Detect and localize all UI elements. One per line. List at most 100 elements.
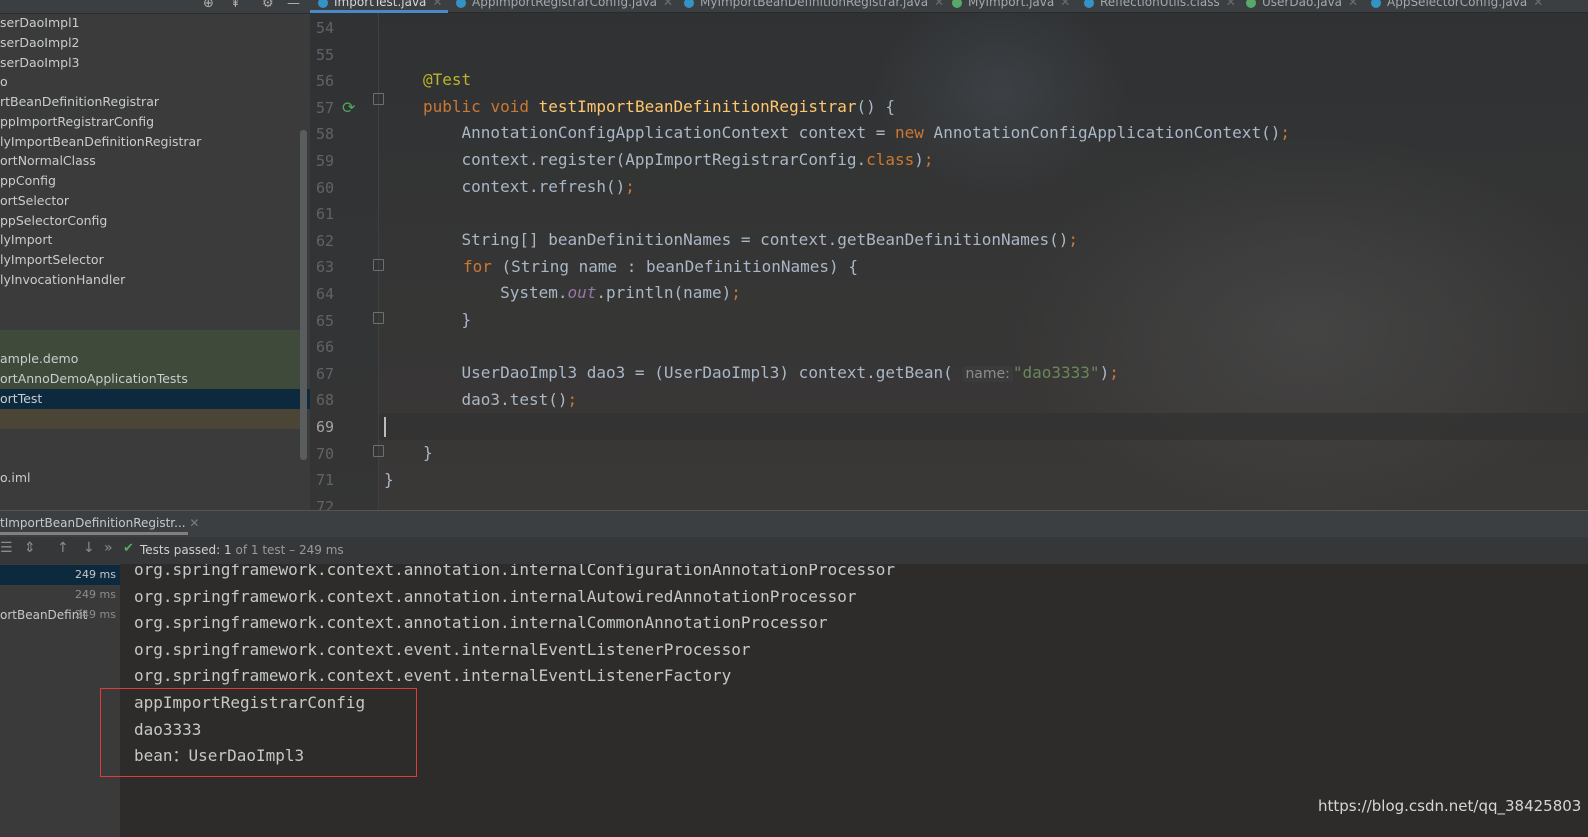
current-line-highlight [379, 413, 1588, 440]
editor-tab[interactable]: UserDao.java ✕ [1246, 0, 1358, 11]
tree-item[interactable]: ortNormalClass [0, 151, 96, 171]
code-line-57[interactable]: public void testImportBeanDefinitionRegi… [384, 94, 895, 120]
parameter-hint: name: [962, 366, 1013, 382]
code-token: ) [914, 150, 924, 169]
code-token: ) [1099, 363, 1110, 382]
line-number: 60 [315, 178, 334, 197]
close-icon[interactable]: ✕ [1348, 0, 1358, 9]
code-line-64[interactable]: System.out.println(name); [384, 280, 741, 306]
fold-marker-icon[interactable] [373, 93, 384, 105]
tree-item[interactable]: serDaoImpl1 [0, 13, 80, 33]
run-tab-indicator [0, 532, 188, 535]
tree-item[interactable]: ortTest [0, 389, 42, 409]
tree-item[interactable]: o.iml [0, 468, 31, 488]
java-class-icon [318, 0, 328, 8]
console-line: org.springframework.context.event.intern… [134, 639, 751, 659]
semicolon-token: ; [731, 283, 741, 302]
highlight-annotation-box [100, 688, 417, 777]
code-token: context.register(AppImportRegistrarConfi… [423, 150, 867, 169]
semicolon-token: ; [1280, 123, 1290, 142]
test-tree-row[interactable]: 249 ms [0, 585, 120, 605]
java-class-icon [684, 0, 694, 8]
tree-item[interactable]: ample.demo [0, 349, 78, 369]
code-line-68[interactable]: dao3.test(); [384, 387, 578, 413]
run-test-icon[interactable]: ⟳ [342, 98, 355, 117]
code-line-71[interactable]: } [384, 467, 394, 493]
tree-item[interactable]: ppConfig [0, 171, 56, 191]
editor-tab-label: MyImport.java [968, 0, 1055, 9]
code-token: dao3.test() [423, 390, 568, 409]
tree-item[interactable]: ortSelector [0, 191, 69, 211]
semicolon-token: ; [1109, 363, 1119, 382]
line-number: 69 [315, 418, 334, 436]
close-icon[interactable]: ✕ [432, 0, 442, 9]
minimize-icon[interactable]: — [287, 0, 300, 11]
keyword-token: void [490, 97, 529, 116]
code-line-58[interactable]: AnnotationConfigApplicationContext conte… [384, 120, 1290, 146]
project-tree-panel: serDaoImpl1 serDaoImpl2 serDaoImpl3 o rtBean… [0, 0, 310, 510]
close-icon[interactable]: ✕ [1226, 0, 1236, 9]
tree-item[interactable]: ppSelectorConfig [0, 211, 107, 231]
close-icon[interactable]: ✕ [663, 0, 673, 9]
tree-scrollbar[interactable] [300, 130, 307, 460]
close-icon[interactable]: ✕ [1060, 0, 1070, 9]
close-icon[interactable]: ✕ [934, 0, 944, 9]
editor-tab[interactable]: AppImportRegistrarConfig.java ✕ [456, 0, 673, 11]
close-icon[interactable]: ✕ [189, 516, 199, 530]
gear-icon[interactable]: ⚙ [262, 0, 274, 11]
tree-item[interactable]: serDaoImpl3 [0, 53, 80, 73]
editor-tab[interactable]: AppSelectorConfig.java ✕ [1371, 0, 1543, 11]
run-tab-label: tImportBeanDefinitionRegistr... [0, 516, 186, 530]
next-test-icon[interactable]: ↓ [83, 540, 95, 556]
tree-item[interactable]: lyInvocationHandler [0, 270, 125, 290]
previous-test-icon[interactable]: ↑ [57, 540, 69, 556]
code-line-63[interactable]: for (String name : beanDefinitionNames) … [384, 254, 858, 280]
code-line-65[interactable]: } [384, 307, 472, 333]
tree-item[interactable]: o [0, 72, 8, 92]
fold-marker-icon[interactable] [373, 259, 384, 271]
line-number: 55 [315, 45, 334, 64]
test-tree-row[interactable]: ortBeanDefinit 249 ms [0, 605, 120, 625]
run-tab[interactable]: tImportBeanDefinitionRegistr... ✕ [0, 516, 199, 530]
watermark-text: https://blog.csdn.net/qq_38425803 [1318, 797, 1582, 815]
tree-item[interactable]: serDaoImpl2 [0, 33, 80, 53]
console-line: org.springframework.context.annotation.i… [134, 564, 895, 579]
code-line-67[interactable]: UserDaoImpl3 dao3 = (UserDaoImpl3) conte… [384, 360, 1119, 386]
editor-tab-label: AppImportRegistrarConfig.java [472, 0, 658, 9]
close-icon[interactable]: ✕ [1533, 0, 1543, 9]
java-class-icon [1371, 0, 1381, 8]
editor-tab[interactable]: MyImport.java ✕ [952, 0, 1070, 11]
tree-item[interactable]: lyImportBeanDefinitionRegistrar [0, 132, 201, 152]
code-line-59[interactable]: context.register(AppImportRegistrarConfi… [384, 147, 934, 173]
line-number: 65 [315, 311, 334, 330]
editor-tab[interactable]: ReflectionUtils.class ✕ [1084, 0, 1236, 11]
fold-marker-icon[interactable] [373, 445, 384, 457]
code-line-60[interactable]: context.refresh(); [384, 174, 635, 200]
java-class-icon [456, 0, 466, 8]
editor-tab[interactable]: MyImportBeanDefinitionRegistrar.java ✕ [684, 0, 944, 11]
tree-item[interactable]: rtBeanDefinitionRegistrar [0, 92, 159, 112]
fold-marker-icon[interactable] [373, 312, 384, 324]
locate-icon[interactable]: ⊕ [203, 0, 214, 11]
line-number: 68 [315, 391, 334, 410]
code-line-70[interactable]: } [384, 440, 433, 466]
test-tree-row[interactable]: 249 ms [0, 565, 120, 585]
tree-item[interactable]: lyImportSelector [0, 250, 104, 270]
collapse-all-icon[interactable]: ⇞ [230, 0, 241, 11]
tree-highlight-row [0, 409, 300, 429]
code-line-62[interactable]: String[] beanDefinitionNames = context.g… [384, 227, 1079, 253]
tree-item[interactable]: ortAnnoDemoApplicationTests [0, 369, 188, 389]
tree-item[interactable]: ppImportRegistrarConfig [0, 112, 154, 132]
check-icon: ✔ [123, 541, 134, 556]
line-number: 57 [315, 98, 334, 117]
collapse-all-icon[interactable]: ⇕ [24, 540, 36, 556]
expand-all-icon[interactable]: ☰ [0, 540, 13, 556]
line-number: 66 [315, 338, 334, 357]
keyword-token: for [463, 257, 492, 276]
code-line-56[interactable]: @Test [384, 67, 471, 93]
method-name-token: testImportBeanDefinitionRegistrar [538, 97, 857, 116]
semicolon-token: ; [1068, 230, 1079, 249]
more-icon[interactable]: » [104, 540, 113, 556]
tree-item[interactable]: lyImport [0, 230, 52, 250]
tests-passed-text: Tests passed: 1 [140, 543, 232, 557]
